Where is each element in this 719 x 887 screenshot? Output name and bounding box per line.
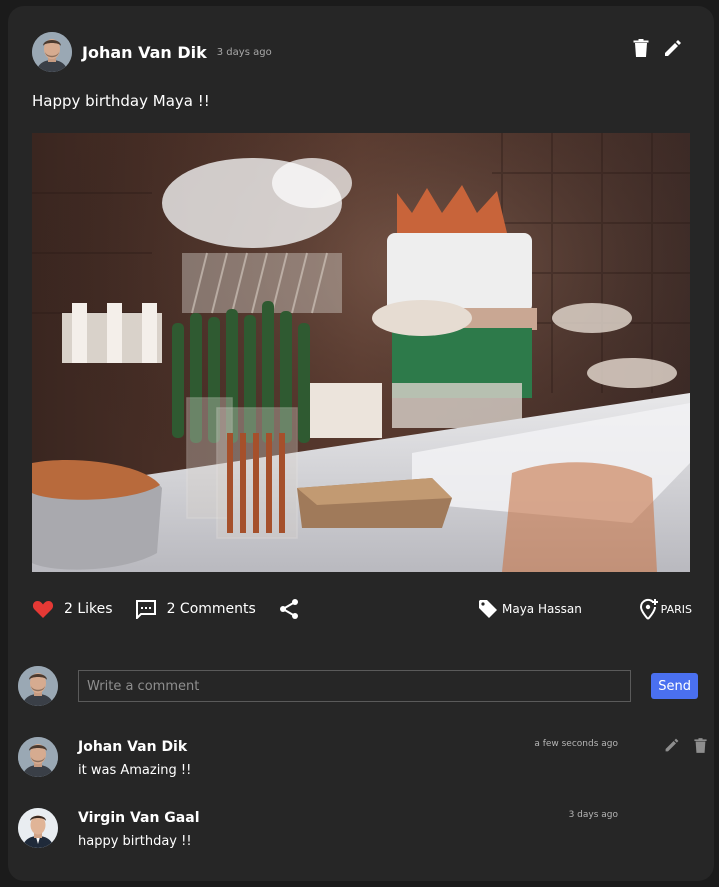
current-user-avatar <box>18 666 58 706</box>
post-header: Johan Van Dik 3 days ago <box>32 32 272 72</box>
post-action-bar: 2 Likes 2 Comments Maya Hassan PARIS <box>32 596 692 622</box>
comments-button[interactable]: 2 Comments <box>135 599 256 619</box>
trash-icon[interactable] <box>630 37 652 59</box>
comment-text: happy birthday !! <box>78 834 192 849</box>
heart-icon <box>32 601 54 618</box>
like-button[interactable]: 2 Likes <box>32 599 113 619</box>
location-name: PARIS <box>660 602 692 616</box>
comment-author[interactable]: Virgin Van Gaal <box>78 810 200 826</box>
comment-timestamp: 3 days ago <box>568 810 618 820</box>
comment-icon <box>135 600 156 619</box>
tagged-person-name: Maya Hassan <box>502 602 582 616</box>
comment-composer: Send <box>18 666 698 706</box>
comment-text: it was Amazing !! <box>78 763 192 778</box>
location-button[interactable]: PARIS <box>639 598 692 620</box>
tagged-person[interactable]: Maya Hassan <box>478 599 582 619</box>
post-actions <box>630 37 684 59</box>
tag-icon <box>479 600 497 618</box>
party-table-illustration <box>32 133 690 572</box>
comment-avatar[interactable] <box>18 737 58 777</box>
share-button[interactable] <box>278 598 300 620</box>
post-timestamp: 3 days ago <box>216 46 272 58</box>
comment-actions <box>664 737 708 753</box>
comment-item: Virgin Van Gaal happy birthday !! 3 days… <box>18 808 708 858</box>
comment-author[interactable]: Johan Van Dik <box>78 739 187 755</box>
comment-input[interactable] <box>78 670 632 702</box>
author-avatar[interactable] <box>32 32 72 72</box>
comment-item: Johan Van Dik it was Amazing !! a few se… <box>18 737 708 787</box>
likes-count: 2 Likes <box>64 601 113 617</box>
send-button[interactable]: Send <box>651 673 698 699</box>
post-text: Happy birthday Maya !! <box>32 92 210 110</box>
pencil-icon[interactable] <box>662 37 684 59</box>
comments-count: 2 Comments <box>166 601 256 617</box>
post-card: Johan Van Dik 3 days ago Happy birthday … <box>8 6 714 881</box>
post-photo[interactable] <box>32 133 690 572</box>
trash-icon[interactable] <box>692 737 708 753</box>
pencil-icon[interactable] <box>664 737 680 753</box>
comment-avatar[interactable] <box>18 808 58 848</box>
location-add-icon <box>639 598 658 620</box>
comment-timestamp: a few seconds ago <box>534 739 618 749</box>
share-icon <box>279 599 298 619</box>
author-name[interactable]: Johan Van Dik <box>82 43 207 62</box>
